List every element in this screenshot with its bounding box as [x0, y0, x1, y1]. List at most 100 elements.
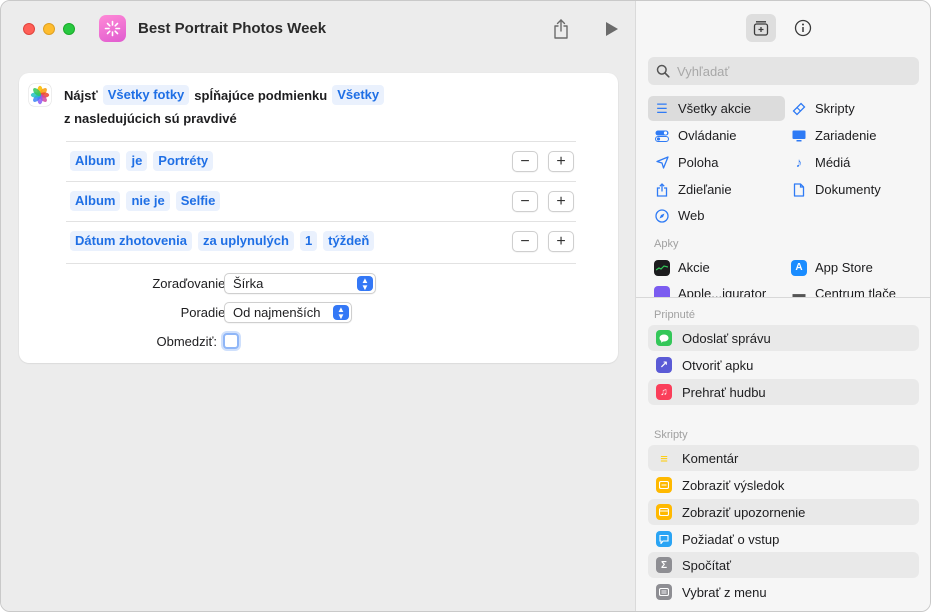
- category-sharing[interactable]: Zdieľanie: [654, 177, 732, 202]
- condition-operator-token[interactable]: za uplynulých: [197, 231, 294, 251]
- category-label: Ovládanie: [678, 128, 737, 143]
- document-icon: [791, 182, 807, 198]
- app-label: Akcie: [678, 260, 710, 275]
- scripting-icon: [791, 101, 807, 117]
- category-label: Dokumenty: [815, 182, 881, 197]
- category-documents[interactable]: Dokumenty: [791, 177, 881, 202]
- order-label: Poradie:: [180, 305, 229, 320]
- find-photos-action[interactable]: Nájsť Všetky fotky spĺňajúce podmienku V…: [19, 73, 618, 363]
- pinned-play-music[interactable]: ♫ Prehrať hudbu: [648, 379, 919, 405]
- action-label: Zobraziť výsledok: [682, 477, 785, 493]
- music-note-icon: ♪: [795, 155, 803, 170]
- condition-row: Album nie je Selfie − +: [66, 181, 576, 221]
- message-bubble-icon: [656, 330, 672, 346]
- window-title: Best Portrait Photos Week: [138, 20, 327, 37]
- category-control[interactable]: Ovládanie: [654, 123, 737, 148]
- category-label: Médiá: [815, 155, 851, 170]
- category-all-actions[interactable]: ☰ Všetky akcie: [648, 96, 785, 121]
- script-choose-from-menu[interactable]: Vybrať z menu: [648, 579, 919, 605]
- app-app-store[interactable]: A App Store: [791, 255, 873, 280]
- category-scripting[interactable]: Skripty: [791, 96, 855, 121]
- script-show-alert[interactable]: Zobraziť upozornenie: [648, 499, 919, 525]
- source-token[interactable]: Všetky fotky: [102, 85, 190, 105]
- app-label: App Store: [815, 260, 873, 275]
- category-label: Zdieľanie: [678, 182, 732, 197]
- add-condition-button[interactable]: +: [548, 191, 574, 212]
- match-mode-token[interactable]: Všetky: [332, 85, 385, 105]
- share-icon: [654, 182, 670, 198]
- condition-row: Album je Portréty − +: [66, 141, 576, 181]
- title-bar: Best Portrait Photos Week: [1, 1, 635, 57]
- action-label: Vybrať z menu: [682, 584, 767, 600]
- shortcut-icon[interactable]: [99, 15, 126, 42]
- script-show-result[interactable]: Zobraziť výsledok: [648, 472, 919, 498]
- category-web[interactable]: Web: [654, 203, 705, 228]
- condition-row: Dátum zhotovenia za uplynulých 1 týždeň …: [66, 221, 576, 261]
- action-label: Prehrať hudbu: [682, 384, 766, 400]
- sigma-icon: Σ: [656, 557, 672, 573]
- conditions-divider: [66, 263, 576, 264]
- order-popup[interactable]: Od najmenších ▲ ▼: [224, 302, 352, 323]
- limit-checkbox[interactable]: [223, 333, 239, 349]
- toggle-icon: [654, 128, 670, 144]
- action-label: Požiadať o vstup: [682, 531, 780, 547]
- condition-property-token[interactable]: Album: [70, 191, 121, 211]
- share-button[interactable]: [550, 17, 572, 41]
- app-configurator[interactable]: Apple...igurator: [654, 281, 766, 297]
- find-label: Nájsť: [64, 87, 98, 103]
- location-arrow-icon: [654, 155, 670, 171]
- app-label: Apple...igurator: [678, 286, 767, 297]
- run-button[interactable]: [605, 21, 619, 37]
- condition-operator-token[interactable]: je: [126, 151, 148, 171]
- close-window-button[interactable]: [23, 23, 35, 35]
- category-device[interactable]: Zariadenie: [791, 123, 876, 148]
- condition-value-token[interactable]: Selfie: [175, 191, 221, 211]
- open-app-arrow-icon: ↗: [656, 357, 672, 373]
- script-comment[interactable]: ≡ Komentár: [648, 445, 919, 471]
- add-condition-button[interactable]: +: [548, 151, 574, 172]
- action-summary: Nájsť Všetky fotky spĺňajúce podmienku V…: [64, 84, 385, 106]
- category-media[interactable]: ♪ Médiá: [791, 150, 851, 175]
- action-label: Otvoriť apku: [682, 357, 754, 373]
- matching-label: spĺňajúce podmienku: [194, 87, 328, 103]
- menu-list-icon: [656, 584, 672, 600]
- action-library: Vyhľadať ☰ Všetky akcie Ovládanie Poloha: [635, 1, 930, 611]
- condition-value-token[interactable]: Portréty: [153, 151, 214, 171]
- category-location[interactable]: Poloha: [654, 150, 718, 175]
- app-print-center[interactable]: ▬ Centrum tlače: [791, 281, 896, 297]
- category-label: Web: [678, 208, 705, 223]
- library-divider[interactable]: [636, 297, 930, 298]
- condition-amount-token[interactable]: 1: [299, 231, 318, 251]
- condition-property-token[interactable]: Album: [70, 151, 121, 171]
- monitor-icon: [791, 128, 807, 144]
- minimize-window-button[interactable]: [43, 23, 55, 35]
- script-ask-for-input[interactable]: Požiadať o vstup: [648, 526, 919, 552]
- ask-input-icon: [656, 531, 672, 547]
- category-label: Všetky akcie: [678, 101, 751, 116]
- condition-unit-token[interactable]: týždeň: [323, 231, 375, 251]
- pinned-send-message[interactable]: Odoslať správu: [648, 325, 919, 351]
- remove-condition-button[interactable]: −: [512, 191, 538, 212]
- condition-operator-token[interactable]: nie je: [126, 191, 170, 211]
- list-icon: ☰: [656, 100, 668, 116]
- action-label: Spočítať: [682, 557, 731, 573]
- zoom-window-button[interactable]: [63, 23, 75, 35]
- add-condition-button[interactable]: +: [548, 231, 574, 252]
- photos-flower-icon: [30, 85, 50, 105]
- app-stocks[interactable]: Akcie: [654, 255, 710, 280]
- alert-icon: [656, 504, 672, 520]
- script-count[interactable]: Σ Spočítať: [648, 552, 919, 578]
- action-label: Zobraziť upozornenie: [682, 504, 806, 520]
- scripting-section-label: Skripty: [654, 429, 688, 441]
- condition-property-token[interactable]: Dátum zhotovenia: [70, 231, 192, 251]
- remove-condition-button[interactable]: −: [512, 151, 538, 172]
- category-label: Poloha: [678, 155, 719, 170]
- sort-value: Šírka: [233, 276, 264, 291]
- photos-app-icon: [29, 84, 51, 106]
- sort-popup[interactable]: Šírka ▲ ▼: [224, 273, 376, 294]
- app-store-icon: A: [791, 259, 807, 276]
- stocks-app-icon: [654, 259, 670, 276]
- pinned-open-app[interactable]: ↗ Otvoriť apku: [648, 352, 919, 378]
- remove-condition-button[interactable]: −: [512, 231, 538, 252]
- following-label: z nasledujúcich sú pravdivé: [64, 111, 237, 126]
